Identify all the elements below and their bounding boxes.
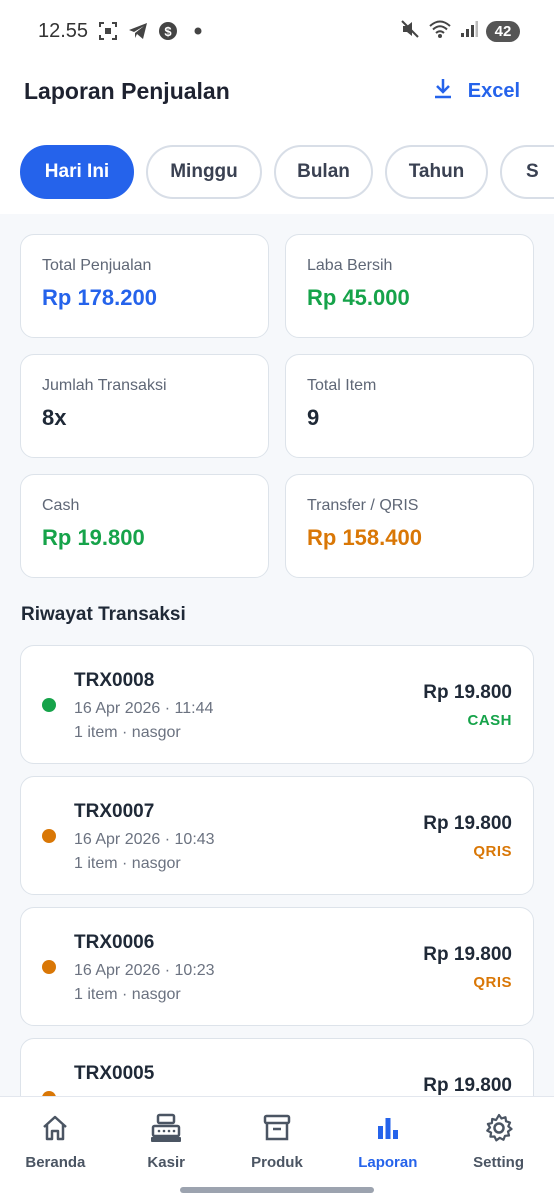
nav-item-produk[interactable]: Produk — [227, 1113, 327, 1171]
summary-card-laba-bersih: Laba Bersih Rp 45.000 — [285, 234, 534, 338]
transaction-item[interactable]: TRX0006 16 Apr 2026 · 10:23 1 item · nas… — [20, 907, 534, 1026]
summary-card-total-item: Total Item 9 — [285, 354, 534, 458]
summary-label: Jumlah Transaksi — [42, 377, 167, 394]
bar-chart-icon — [373, 1113, 403, 1148]
export-excel-button[interactable]: Excel — [432, 77, 520, 105]
svg-text:$: $ — [164, 24, 172, 39]
status-right: 42 — [400, 19, 520, 44]
transaction-datetime: 16 Apr 2026 · 10:43 — [74, 831, 215, 848]
transaction-datetime: 16 Apr 2026 · 10:23 — [74, 962, 215, 979]
summary-card-jumlah-transaksi: Jumlah Transaksi 8x — [20, 354, 269, 458]
status-left: 12.55 $ — [38, 20, 208, 43]
archive-box-icon — [262, 1113, 292, 1148]
telegram-icon — [128, 21, 148, 41]
transaction-items: 1 item · nasgor — [74, 986, 181, 1003]
transaction-items: 1 item · nasgor — [74, 855, 181, 872]
tab-bulan[interactable]: Bulan — [274, 145, 373, 199]
summary-value: 8x — [42, 405, 67, 430]
tab-tahun[interactable]: Tahun — [385, 145, 488, 199]
home-indicator[interactable] — [180, 1187, 374, 1193]
summary-value: Rp 178.200 — [42, 285, 157, 310]
screenshot-icon — [98, 21, 118, 41]
bottom-nav-items: Beranda Kasir Produk Laporan Setting — [0, 1097, 554, 1171]
payment-method-badge: QRIS — [473, 974, 512, 991]
transaction-item[interactable]: TRX0008 16 Apr 2026 · 11:44 1 item · nas… — [20, 645, 534, 764]
transaction-amount: Rp 19.800 — [423, 813, 512, 834]
battery-indicator: 42 — [486, 20, 520, 42]
nav-label: Beranda — [25, 1154, 86, 1171]
dollar-icon: $ — [158, 21, 178, 41]
app-header: Laporan Penjualan Excel — [0, 62, 554, 120]
summary-label: Transfer / QRIS — [307, 497, 419, 514]
transaction-list: TRX0008 16 Apr 2026 · 11:44 1 item · nas… — [20, 645, 534, 1169]
status-time: 12.55 — [38, 19, 89, 42]
transaction-amount: Rp 19.800 — [423, 682, 512, 703]
nav-label: Setting — [473, 1154, 524, 1171]
transaction-id: TRX0008 — [74, 670, 155, 691]
transaction-id: TRX0005 — [74, 1063, 155, 1084]
tab-partial[interactable]: S — [500, 145, 554, 199]
nav-label: Produk — [251, 1154, 303, 1171]
period-tabs: Hari Ini Minggu Bulan Tahun S — [20, 145, 554, 199]
transaction-amount: Rp 19.800 — [423, 944, 512, 965]
transaction-id: TRX0007 — [74, 801, 155, 822]
transaction-items: 1 item · nasgor — [74, 724, 181, 741]
tab-hari-ini[interactable]: Hari Ini — [20, 145, 134, 199]
summary-value: Rp 45.000 — [307, 285, 410, 310]
nav-label: Laporan — [358, 1154, 418, 1171]
notification-dot-icon — [188, 21, 208, 41]
summary-card-transfer-qris: Transfer / QRIS Rp 158.400 — [285, 474, 534, 578]
transaction-datetime: 16 Apr 2026 · 11:44 — [74, 700, 214, 717]
summary-label: Cash — [42, 497, 80, 514]
gear-icon — [484, 1113, 514, 1148]
status-dot — [42, 698, 56, 712]
bottom-nav: Beranda Kasir Produk Laporan Setting — [0, 1096, 554, 1200]
transaction-item[interactable]: TRX0007 16 Apr 2026 · 10:43 1 item · nas… — [20, 776, 534, 895]
page-title: Laporan Penjualan — [24, 77, 230, 104]
home-icon — [40, 1113, 70, 1148]
nav-item-setting[interactable]: Setting — [449, 1113, 549, 1171]
nav-item-kasir[interactable]: Kasir — [116, 1113, 216, 1171]
status-dot — [42, 960, 56, 974]
export-excel-label: Excel — [467, 79, 520, 102]
history-title: Riwayat Transaksi — [21, 604, 186, 625]
transaction-id: TRX0006 — [74, 932, 155, 953]
summary-value: Rp 158.400 — [307, 525, 422, 550]
tab-minggu[interactable]: Minggu — [146, 145, 262, 199]
summary-label: Laba Bersih — [307, 257, 393, 274]
wifi-icon — [428, 19, 452, 44]
status-dot — [42, 829, 56, 843]
summary-card-total-penjualan: Total Penjualan Rp 178.200 — [20, 234, 269, 338]
summary-value: 9 — [307, 405, 320, 430]
nav-label: Kasir — [147, 1154, 185, 1171]
summary-cards: Total Penjualan Rp 178.200 Laba Bersih R… — [20, 234, 534, 578]
period-tabs-container: Hari Ini Minggu Bulan Tahun S — [0, 120, 554, 214]
payment-method-badge: QRIS — [473, 843, 512, 860]
transaction-amount: Rp 19.800 — [423, 1075, 512, 1096]
cash-register-icon — [150, 1113, 182, 1148]
payment-method-badge: CASH — [467, 712, 512, 729]
summary-card-cash: Cash Rp 19.800 — [20, 474, 269, 578]
status-bar: 12.55 $ 42 — [0, 0, 554, 62]
nav-item-beranda[interactable]: Beranda — [5, 1113, 105, 1171]
summary-label: Total Penjualan — [42, 257, 152, 274]
summary-label: Total Item — [307, 377, 377, 394]
signal-icon — [460, 20, 478, 43]
summary-value: Rp 19.800 — [42, 525, 145, 550]
download-icon — [432, 77, 454, 105]
mute-icon — [400, 19, 420, 44]
nav-item-laporan[interactable]: Laporan — [338, 1113, 438, 1171]
